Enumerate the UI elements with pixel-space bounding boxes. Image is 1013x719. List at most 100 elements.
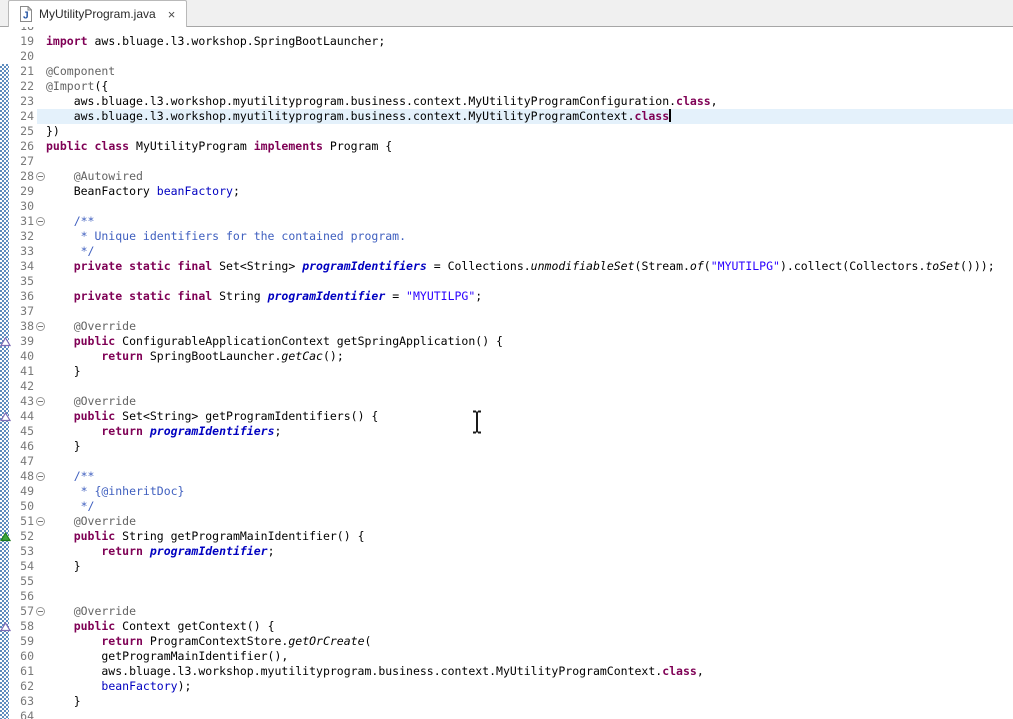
fold-collapse-icon[interactable]: [36, 472, 45, 481]
code-line-43[interactable]: 43 @Override: [0, 394, 1013, 409]
code-text: return programIdentifier;: [46, 544, 275, 559]
line-number: 53: [9, 544, 34, 559]
code-text: private static final String programIdent…: [46, 289, 482, 304]
code-line-63[interactable]: 63 }: [0, 694, 1013, 709]
fold-collapse-icon[interactable]: [36, 322, 45, 331]
line-number: 29: [9, 184, 34, 199]
line-number: 41: [9, 364, 34, 379]
implements-marker-icon[interactable]: [0, 337, 11, 347]
code-line-62[interactable]: 62 beanFactory);: [0, 679, 1013, 694]
line-number: 18: [9, 27, 34, 34]
code-line-38[interactable]: 38 @Override: [0, 319, 1013, 334]
code-line-40[interactable]: 40 return SpringBootLauncher.getCac();: [0, 349, 1013, 364]
code-line-34[interactable]: 34 private static final Set<String> prog…: [0, 259, 1013, 274]
code-line-35[interactable]: 35: [0, 274, 1013, 289]
line-number: 30: [9, 199, 34, 214]
tab-title: MyUtilityProgram.java: [39, 7, 156, 21]
java-file-icon: J: [19, 6, 32, 22]
code-line-18[interactable]: 18: [0, 27, 1013, 34]
code-line-41[interactable]: 41 }: [0, 364, 1013, 379]
line-number: 55: [9, 574, 34, 589]
code-line-60[interactable]: 60 getProgramMainIdentifier(),: [0, 649, 1013, 664]
code-line-36[interactable]: 36 private static final String programId…: [0, 289, 1013, 304]
line-number: 44: [9, 409, 34, 424]
code-line-51[interactable]: 51 @Override: [0, 514, 1013, 529]
line-number: 40: [9, 349, 34, 364]
code-line-48[interactable]: 48 /**: [0, 469, 1013, 484]
code-line-21[interactable]: 21@Component: [0, 64, 1013, 79]
code-line-24[interactable]: 24 aws.bluage.l3.workshop.myutilityprogr…: [0, 109, 1013, 124]
code-text: BeanFactory beanFactory;: [46, 184, 240, 199]
fold-collapse-icon[interactable]: [36, 517, 45, 526]
code-line-61[interactable]: 61 aws.bluage.l3.workshop.myutilityprogr…: [0, 664, 1013, 679]
editor-content: 1819import aws.bluage.l3.workshop.Spring…: [0, 27, 1013, 719]
code-line-58[interactable]: 58 public Context getContext() {: [0, 619, 1013, 634]
code-text: return SpringBootLauncher.getCac();: [46, 349, 344, 364]
line-number: 63: [9, 694, 34, 709]
line-number: 60: [9, 649, 34, 664]
code-line-54[interactable]: 54 }: [0, 559, 1013, 574]
code-line-32[interactable]: 32 * Unique identifiers for the containe…: [0, 229, 1013, 244]
tab-myutilityprogram-java[interactable]: J MyUtilityProgram.java ×: [8, 0, 187, 27]
line-number: 26: [9, 139, 34, 154]
code-line-59[interactable]: 59 return ProgramContextStore.getOrCreat…: [0, 634, 1013, 649]
overrides-marker-icon[interactable]: [0, 532, 11, 542]
code-line-56[interactable]: 56: [0, 589, 1013, 604]
code-line-53[interactable]: 53 return programIdentifier;: [0, 544, 1013, 559]
code-line-47[interactable]: 47: [0, 454, 1013, 469]
code-text: }: [46, 559, 81, 574]
code-text: private static final Set<String> program…: [46, 259, 995, 274]
code-line-26[interactable]: 26public class MyUtilityProgram implemen…: [0, 139, 1013, 154]
code-text: import aws.bluage.l3.workshop.SpringBoot…: [46, 34, 385, 49]
code-line-46[interactable]: 46 }: [0, 439, 1013, 454]
line-number: 22: [9, 79, 34, 94]
code-text: @Import({: [46, 79, 108, 94]
code-text: @Override: [46, 604, 136, 619]
code-line-19[interactable]: 19import aws.bluage.l3.workshop.SpringBo…: [0, 34, 1013, 49]
code-line-20[interactable]: 20: [0, 49, 1013, 64]
fold-collapse-icon[interactable]: [36, 397, 45, 406]
line-number: 28: [9, 169, 34, 184]
line-number: 46: [9, 439, 34, 454]
code-line-33[interactable]: 33 */: [0, 244, 1013, 259]
code-line-42[interactable]: 42: [0, 379, 1013, 394]
code-line-45[interactable]: 45 return programIdentifiers;: [0, 424, 1013, 439]
code-editor[interactable]: 1819import aws.bluage.l3.workshop.Spring…: [0, 27, 1013, 719]
code-line-27[interactable]: 27: [0, 154, 1013, 169]
code-text: beanFactory);: [46, 679, 191, 694]
code-text: * {@inheritDoc}: [46, 484, 184, 499]
code-line-28[interactable]: 28 @Autowired: [0, 169, 1013, 184]
code-line-49[interactable]: 49 * {@inheritDoc}: [0, 484, 1013, 499]
fold-collapse-icon[interactable]: [36, 217, 45, 226]
code-line-25[interactable]: 25}): [0, 124, 1013, 139]
code-line-29[interactable]: 29 BeanFactory beanFactory;: [0, 184, 1013, 199]
text-caret: [669, 109, 671, 122]
code-line-23[interactable]: 23 aws.bluage.l3.workshop.myutilityprogr…: [0, 94, 1013, 109]
code-line-31[interactable]: 31 /**: [0, 214, 1013, 229]
line-number: 23: [9, 94, 34, 109]
code-line-22[interactable]: 22 @Import({: [0, 79, 1013, 94]
code-line-50[interactable]: 50 */: [0, 499, 1013, 514]
code-line-52[interactable]: 52 public String getProgramMainIdentifie…: [0, 529, 1013, 544]
code-line-64[interactable]: 64: [0, 709, 1013, 719]
code-line-30[interactable]: 30: [0, 199, 1013, 214]
code-line-37[interactable]: 37: [0, 304, 1013, 319]
code-line-55[interactable]: 55: [0, 574, 1013, 589]
line-number: 31: [9, 214, 34, 229]
implements-marker-icon[interactable]: [0, 622, 11, 632]
code-text: * Unique identifiers for the contained p…: [46, 229, 406, 244]
code-line-44[interactable]: 44 public Set<String> getProgramIdentifi…: [0, 409, 1013, 424]
fold-collapse-icon[interactable]: [36, 607, 45, 616]
line-number: 61: [9, 664, 34, 679]
implements-marker-icon[interactable]: [0, 412, 11, 422]
tab-close-icon[interactable]: ×: [166, 7, 178, 22]
code-line-57[interactable]: 57 @Override: [0, 604, 1013, 619]
line-number: 48: [9, 469, 34, 484]
code-text: @Override: [46, 514, 136, 529]
line-number: 39: [9, 334, 34, 349]
code-line-39[interactable]: 39 public ConfigurableApplicationContext…: [0, 334, 1013, 349]
line-number: 24: [9, 109, 34, 124]
line-number: 56: [9, 589, 34, 604]
line-number: 52: [9, 529, 34, 544]
fold-collapse-icon[interactable]: [36, 172, 45, 181]
